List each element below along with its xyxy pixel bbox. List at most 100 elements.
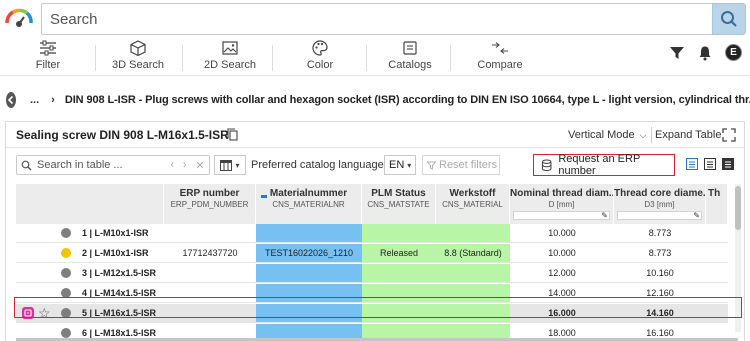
header-werkstoff[interactable]: Werkstoff CNS_MATERIAL <box>436 184 510 224</box>
erp-cell <box>164 224 256 242</box>
table-view-icon[interactable] <box>704 158 716 170</box>
filter-button[interactable]: Filter <box>30 38 66 76</box>
expand-icon[interactable] <box>722 128 736 142</box>
header-title: ERP number <box>179 188 240 199</box>
breadcrumb-ellipsis[interactable]: ... <box>30 94 39 106</box>
product-table-panel: Sealing screw DIN 908 L-M16x1.5-ISR Vert… <box>5 121 745 341</box>
search-button[interactable] <box>712 3 746 35</box>
column-filter-input[interactable] <box>513 211 610 220</box>
header-title: Thread core diame... <box>614 188 706 199</box>
app-logo[interactable] <box>4 7 34 31</box>
vertical-scrollbar[interactable] <box>735 184 741 332</box>
list-view-icon[interactable] <box>686 158 698 170</box>
language-value: EN <box>389 159 405 171</box>
reset-filters-button[interactable]: Reset filters <box>422 155 500 175</box>
header-thread-extra[interactable]: Th <box>706 184 728 224</box>
2d-search-button[interactable]: 2D Search <box>202 38 258 76</box>
user-initial: E <box>730 47 737 58</box>
language-select[interactable]: EN ▾ <box>384 155 416 175</box>
compact-view-icon[interactable] <box>722 158 734 170</box>
row-name: 1 | L-M10x1-ISR <box>82 228 149 238</box>
chevron-right-icon: › <box>51 94 55 106</box>
catalogs-button[interactable]: Catalogs <box>388 38 432 76</box>
cube-icon <box>130 40 146 57</box>
funnel-icon <box>427 160 436 170</box>
search-icon <box>21 160 32 170</box>
materialnr-cell: TEST16022026_1210 <box>256 244 362 262</box>
materialnr-cell <box>256 304 362 322</box>
column-chooser-button[interactable]: ▾ <box>214 155 246 175</box>
scrollbar-thumb[interactable] <box>735 186 741 230</box>
plm-status-cell <box>362 224 436 242</box>
breadcrumb-current: DIN 908 L-ISR - Plug screws with collar … <box>64 94 750 106</box>
erp-cell: 17712437720 <box>182 248 238 258</box>
table-search-input[interactable]: Search in table ... <box>16 155 166 175</box>
header-title: Materialnummer <box>269 188 348 199</box>
header-nominal-thread-diameter[interactable]: Nominal thread diam... D [mm] ✎ <box>510 184 614 224</box>
header-plm-status[interactable]: PLM Status CNS_MATSTATE <box>362 184 436 224</box>
header-sub: D [mm] <box>548 200 575 209</box>
core-diameter-cell: 8.773 <box>648 248 672 258</box>
nominal-diameter-cell: 14.000 <box>548 288 576 298</box>
search-navigation: ‹ › ✕ <box>166 155 210 175</box>
plm-status-cell <box>362 284 436 302</box>
compare-button[interactable]: Compare <box>474 38 526 76</box>
nominal-diameter-cell: 16.000 <box>548 308 576 318</box>
header-title: PLM Status <box>371 188 426 199</box>
plm-status-cell <box>362 304 436 322</box>
vertical-mode-toggle[interactable]: Vertical Mode ⌵ <box>568 129 646 141</box>
3d-search-label: 3D Search <box>112 59 164 71</box>
erp-cell <box>164 284 256 302</box>
arrow-left-icon <box>7 95 14 105</box>
column-color-marker <box>261 195 267 198</box>
top-bar: Search <box>0 0 750 38</box>
header-erp-number[interactable]: ERP number ERP_PDM_NUMBER <box>164 184 256 224</box>
database-icon <box>541 158 552 171</box>
close-icon[interactable]: ✕ <box>195 159 204 172</box>
table-row-selected[interactable]: ☆ 5 | L-M16x1.5-ISR 16.000 14.160 <box>16 304 728 323</box>
user-avatar[interactable]: E <box>725 44 742 61</box>
header-title: Nominal thread diam... <box>510 188 614 199</box>
toolbar-divider <box>95 45 96 71</box>
header-thread-core-diameter[interactable]: Thread core diame... D3 [mm] ✎ <box>614 184 706 224</box>
table-row[interactable]: 3 | L-M12x1.5-ISR 12.000 10.160 <box>16 264 728 283</box>
back-button[interactable] <box>6 92 16 108</box>
pencil-icon[interactable]: ✎ <box>601 211 608 220</box>
toolbar-right-icons: E <box>669 44 742 61</box>
column-filter-input[interactable] <box>617 211 702 220</box>
chevron-left-icon[interactable]: ‹ <box>170 159 174 171</box>
nominal-diameter-cell: 10.000 <box>548 248 576 258</box>
row-name: 4 | L-M14x1.5-ISR <box>82 288 157 298</box>
header-divider <box>651 127 652 143</box>
header-title: Th <box>708 188 721 199</box>
3d-search-button[interactable]: 3D Search <box>110 38 166 76</box>
pencil-icon[interactable]: ✎ <box>693 211 700 220</box>
toolbar-divider <box>182 45 183 71</box>
expand-table-button[interactable]: Expand Table <box>655 129 721 141</box>
sliders-icon <box>40 40 56 56</box>
table-row[interactable]: 1 | L-M10x1-ISR 10.000 8.773 <box>16 224 728 243</box>
table-row[interactable]: 2 | L-M10x1-ISR 17712437720 TEST16022026… <box>16 244 728 263</box>
header-materialnummer[interactable]: Materialnummer CNS_MATERIALNR <box>256 184 362 224</box>
funnel-icon[interactable] <box>669 45 685 61</box>
preferred-language-label: Preferred catalog language <box>251 159 384 171</box>
request-erp-number-button[interactable]: Request an ERP number <box>533 153 675 177</box>
chevron-right-icon[interactable]: › <box>183 159 187 171</box>
table-row[interactable]: 4 | L-M14x1.5-ISR 14.000 12.160 <box>16 284 728 303</box>
werkstoff-cell <box>436 224 510 242</box>
compare-label: Compare <box>477 59 523 71</box>
table-columns-icon <box>220 159 233 171</box>
copy-icon[interactable] <box>227 128 238 141</box>
table-filter-row: Search in table ... ‹ › ✕ ▾ Preferred ca… <box>6 152 744 178</box>
compare-arrows-icon <box>492 42 508 54</box>
request-erp-label: Request an ERP number <box>558 153 641 177</box>
toolbar-divider <box>366 45 367 71</box>
palette-icon <box>312 40 328 56</box>
bell-icon[interactable] <box>697 45 713 61</box>
expand-table-label: Expand Table <box>655 129 722 141</box>
werkstoff-cell: 8.8 (Standard) <box>436 244 510 262</box>
search-input[interactable]: Search <box>41 3 713 35</box>
core-diameter-cell: 8.773 <box>648 228 672 238</box>
color-button[interactable]: Color <box>300 38 340 76</box>
nominal-diameter-cell: 10.000 <box>548 228 576 238</box>
